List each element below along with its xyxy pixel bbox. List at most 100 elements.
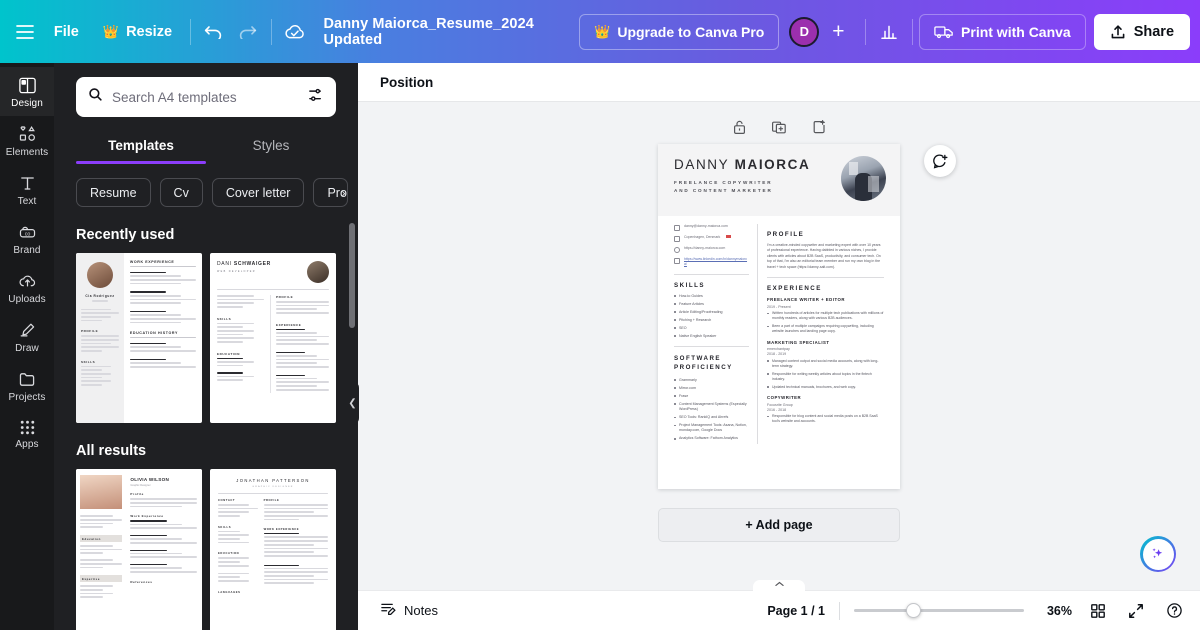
grid-view-icon[interactable] bbox=[1086, 599, 1110, 623]
thumb4-heading-languages: LANGUAGES bbox=[218, 590, 241, 594]
pro-crown-icon: 👑 bbox=[594, 23, 611, 39]
chip-professional[interactable]: Prof › bbox=[313, 178, 349, 208]
sidebar-label-design: Design bbox=[11, 98, 43, 109]
job-bullets: Responsible for blog content and social … bbox=[767, 414, 884, 425]
collapse-panel-button[interactable]: ❮ bbox=[346, 381, 359, 425]
position-toolbar: Position bbox=[358, 63, 1200, 102]
bottom-toolbar: Notes Page 1 / 1 36% bbox=[358, 580, 1200, 630]
add-page-icon[interactable] bbox=[808, 116, 830, 138]
panel-tabs: Templates Styles bbox=[54, 129, 358, 164]
all-results-title: All results bbox=[76, 443, 147, 460]
sidebar-label-brand: Brand bbox=[13, 245, 41, 256]
add-comment-icon bbox=[932, 154, 947, 168]
envelope-icon bbox=[674, 224, 680, 231]
contact-email-text: danny@danny-maiorca.com bbox=[684, 224, 728, 228]
resize-button[interactable]: 👑 Resize bbox=[91, 14, 184, 50]
zoom-slider[interactable] bbox=[854, 603, 1024, 618]
sidebar-label-elements: Elements bbox=[5, 147, 49, 158]
notes-label: Notes bbox=[404, 603, 438, 618]
skill-item: Pitching + Research bbox=[674, 318, 749, 323]
share-button[interactable]: Share bbox=[1093, 13, 1191, 50]
resume-divider-2 bbox=[674, 346, 749, 348]
zoom-knob[interactable] bbox=[906, 603, 921, 618]
magic-ai-button[interactable] bbox=[1140, 536, 1176, 572]
sidebar-item-draw[interactable]: Draw bbox=[0, 312, 54, 361]
panel-scroll-content: Recently used Cia Rodriguez PROFILE SKIL… bbox=[54, 207, 358, 630]
tab-templates[interactable]: Templates bbox=[76, 129, 206, 164]
projects-icon bbox=[18, 370, 37, 389]
notes-button[interactable]: Notes bbox=[372, 596, 446, 625]
resize-label: Resize bbox=[126, 23, 173, 40]
thumb3-heading-profile: Profile bbox=[130, 492, 144, 497]
top-toolbar: File 👑 Resize Danny Maiorca_Resume_2024 … bbox=[0, 0, 1200, 63]
file-menu-button[interactable]: File bbox=[42, 14, 91, 50]
template-card-jonathan-patterson[interactable]: JONATHAN PATTERSON GRAPHIC DESIGNER CONT… bbox=[210, 469, 336, 630]
location-icon bbox=[674, 235, 680, 242]
search-area bbox=[54, 63, 358, 117]
cloud-saved-button[interactable] bbox=[278, 14, 312, 50]
templates-panel: Templates Styles Resume Cv Cover letter … bbox=[54, 63, 358, 630]
chip-cover-letter[interactable]: Cover letter bbox=[211, 178, 305, 208]
redo-button[interactable] bbox=[231, 14, 265, 50]
search-box[interactable] bbox=[76, 77, 336, 117]
lock-icon[interactable] bbox=[728, 116, 750, 138]
position-button[interactable]: Position bbox=[372, 69, 441, 96]
sidebar-label-uploads: Uploads bbox=[8, 294, 46, 305]
sidebar-label-apps: Apps bbox=[15, 439, 39, 450]
sidebar-item-design[interactable]: Design bbox=[0, 67, 54, 116]
hamburger-menu-button[interactable] bbox=[8, 14, 42, 50]
chip-cv[interactable]: Cv bbox=[159, 178, 203, 208]
job-company: emerchantpay bbox=[767, 347, 790, 352]
panel-scrollbar[interactable] bbox=[349, 223, 355, 328]
recently-used-grid: Cia Rodriguez PROFILE SKILLS WORK EXPERI… bbox=[76, 253, 336, 424]
job-bullets: Managed content output and social media … bbox=[767, 359, 884, 390]
thumb-heading-education: EDUCATION HISTORY bbox=[129, 331, 178, 336]
duplicate-page-icon[interactable] bbox=[768, 116, 790, 138]
add-page-button[interactable]: + Add page bbox=[658, 508, 900, 542]
resume-divider-3 bbox=[767, 277, 884, 279]
design-page[interactable]: DANNY MAIORCA FREELANCE COPYWRITER AND C… bbox=[658, 144, 900, 489]
thumb-heading-skills: SKILLS bbox=[81, 359, 96, 364]
thumb4-role: GRAPHIC DESIGNER bbox=[252, 486, 294, 489]
profile-text: I'm a creative-minded copywriter and mar… bbox=[767, 243, 881, 269]
software-heading: SOFTWARE PROFICIENCY bbox=[674, 354, 749, 373]
document-title[interactable]: Danny Maiorca_Resume_2024 Updated bbox=[311, 15, 579, 49]
add-collaborator-button[interactable]: + bbox=[823, 17, 853, 47]
template-card-cia-rodriguez[interactable]: Cia Rodriguez PROFILE SKILLS WORK EXPERI… bbox=[76, 253, 202, 424]
sidebar-item-brand[interactable]: co Brand bbox=[0, 214, 54, 263]
sidebar-item-text[interactable]: Text bbox=[0, 165, 54, 214]
template-card-dani-schwaiger[interactable]: DANI SCHWAIGER WEB DEVELOPER SKILLS EDUC… bbox=[210, 253, 336, 424]
file-label: File bbox=[53, 23, 79, 40]
software-list: Grammarly Mirror.com Frase Content Manag… bbox=[674, 378, 749, 442]
bottom-divider bbox=[839, 601, 840, 620]
search-input[interactable] bbox=[112, 89, 299, 105]
fullscreen-icon[interactable] bbox=[1124, 599, 1148, 623]
canvas-scroll[interactable]: DANNY MAIORCA FREELANCE COPYWRITER AND C… bbox=[358, 102, 1200, 590]
tab-styles[interactable]: Styles bbox=[206, 129, 336, 164]
crown-icon: 👑 bbox=[102, 23, 120, 39]
template-card-olivia-wilson[interactable]: Education Expertise OLIVIA WILSON Graphi… bbox=[76, 469, 202, 630]
sidebar-item-projects[interactable]: Projects bbox=[0, 361, 54, 410]
sidebar-item-uploads[interactable]: Uploads bbox=[0, 263, 54, 312]
thumb4-name: JONATHAN PATTERSON bbox=[236, 478, 310, 484]
undo-button[interactable] bbox=[197, 14, 231, 50]
help-icon[interactable] bbox=[1162, 599, 1186, 623]
sidebar-item-elements[interactable]: Elements bbox=[0, 116, 54, 165]
job-company: Focusrite Group bbox=[767, 402, 793, 407]
zoom-value[interactable]: 36% bbox=[1038, 604, 1072, 618]
chip-resume[interactable]: Resume bbox=[76, 178, 151, 208]
filter-sliders-icon[interactable] bbox=[308, 87, 324, 108]
contact-email: danny@danny-maiorca.com bbox=[674, 224, 749, 231]
avatar[interactable]: D bbox=[789, 16, 820, 47]
thumb2-heading-profile: PROFILE bbox=[276, 294, 294, 299]
chevron-left-icon: ❮ bbox=[348, 397, 357, 409]
insights-chart-icon[interactable] bbox=[872, 14, 906, 50]
thumb4-heading-work: WORK EXPERIENCE bbox=[263, 528, 300, 532]
upgrade-to-pro-button[interactable]: 👑 Upgrade to Canva Pro bbox=[579, 13, 780, 50]
collapse-bottom-bar-button[interactable] bbox=[753, 580, 805, 593]
sidebar-item-apps[interactable]: Apps bbox=[0, 410, 54, 457]
add-comment-button[interactable] bbox=[924, 145, 956, 177]
resume-right-column: PROFILE I'm a creative-minded copywriter… bbox=[767, 224, 884, 444]
magic-sparkle-icon bbox=[1142, 538, 1174, 570]
print-with-canva-button[interactable]: Print with Canva bbox=[919, 13, 1086, 50]
